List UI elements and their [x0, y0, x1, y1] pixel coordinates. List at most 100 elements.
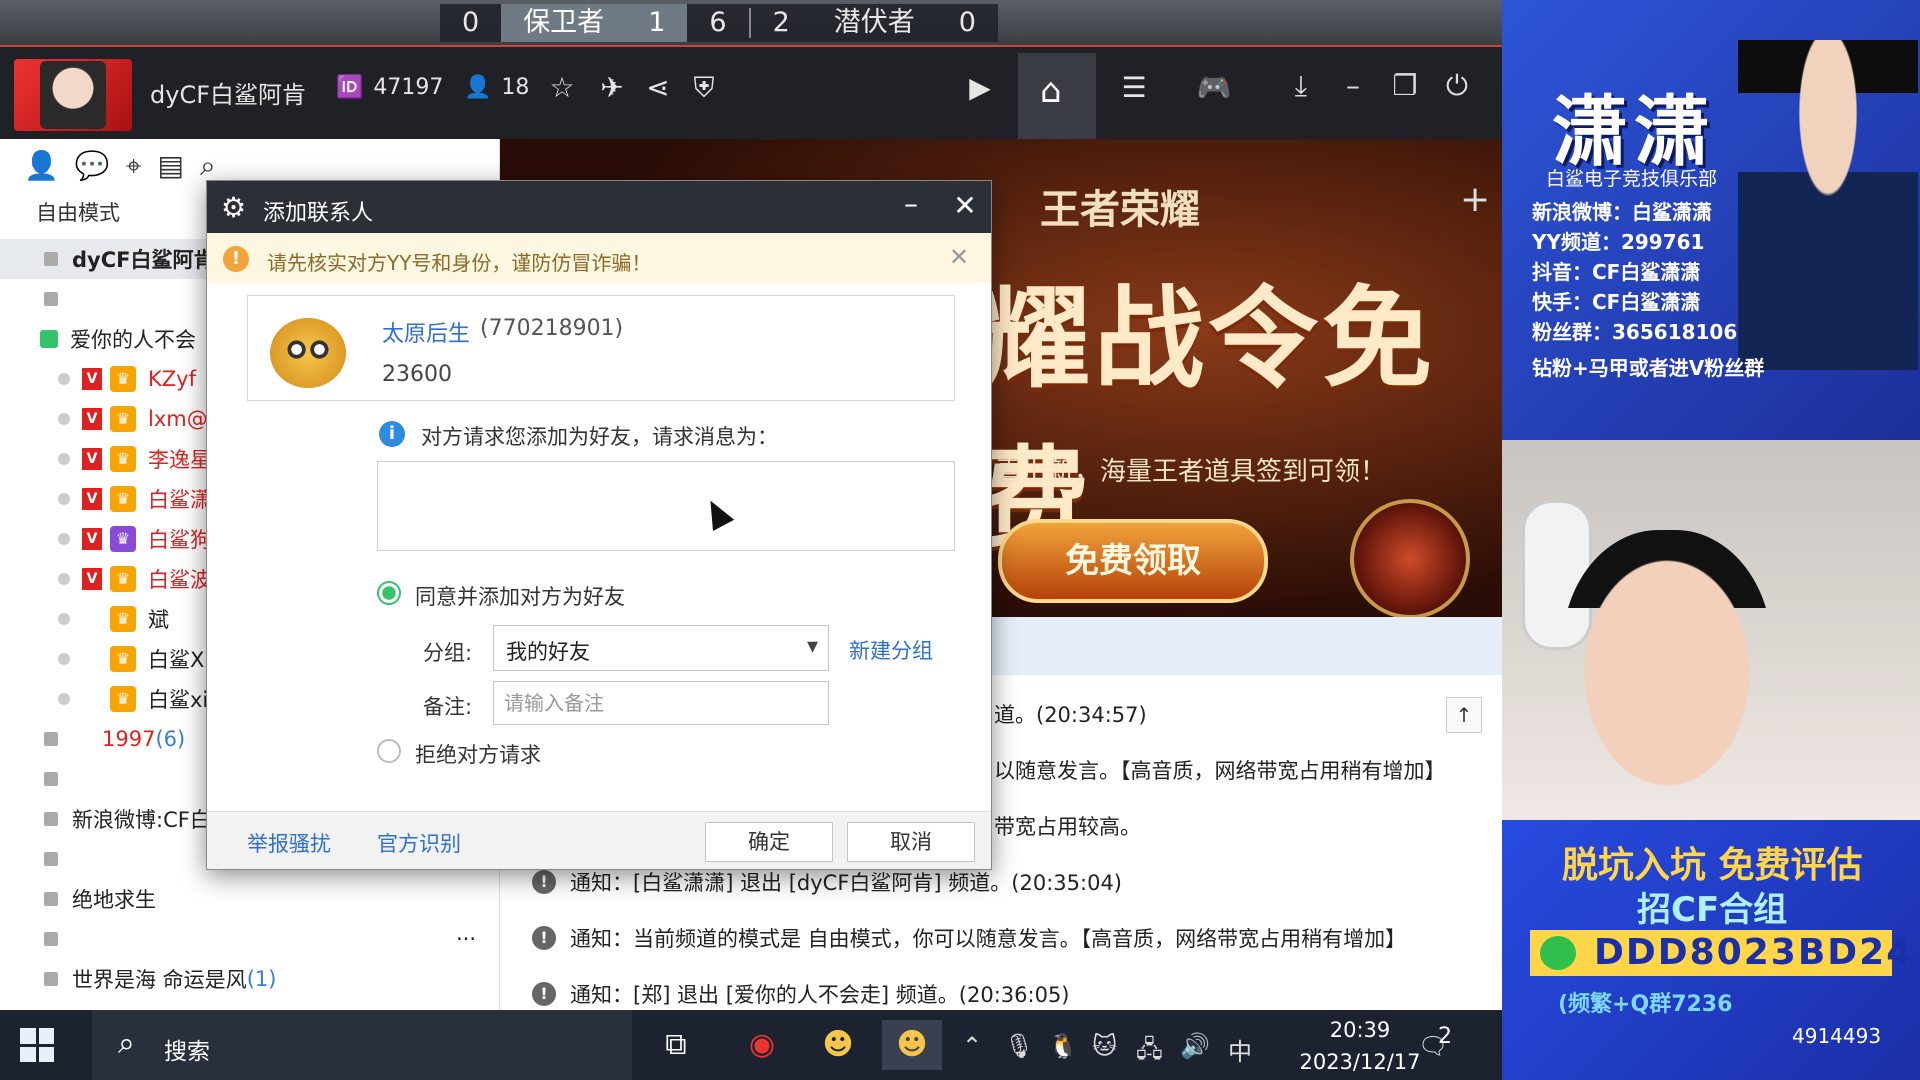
- channel-id-value: 47197: [373, 75, 444, 100]
- restore-button[interactable]: ❐: [1386, 69, 1424, 102]
- minimize-button[interactable]: –: [1334, 69, 1372, 102]
- new-group-link[interactable]: 新建分组: [849, 635, 933, 665]
- streamer-face: [1562, 530, 1772, 790]
- contact-name-link[interactable]: 太原后生: [382, 316, 470, 348]
- team-attackers: 潜伏者: [833, 7, 915, 38]
- tray-expand-icon[interactable]: ⌃: [962, 1032, 982, 1060]
- reject-radio[interactable]: [377, 739, 401, 763]
- mode-label: 自由模式: [36, 201, 120, 225]
- subchannel-item[interactable]: 绝地求生: [0, 879, 500, 919]
- warning-text: 请先核实对方YY号和身份，谨防仿冒诈骗！: [267, 251, 652, 275]
- promo-note: (频繁+Q群7236: [1558, 992, 1733, 1017]
- remark-label: 备注:: [423, 695, 473, 719]
- video-icon[interactable]: ▶: [960, 71, 1000, 104]
- chat-line: ! 通知：当前频道的模式是 自由模式，你可以随意发言。【高音质，网络带宽占用稍有增…: [532, 923, 1406, 953]
- contact-sub-id: 23600: [382, 362, 452, 387]
- taskbar-search[interactable]: ⌕ 搜索: [92, 1010, 632, 1080]
- more-icon[interactable]: ···: [456, 927, 476, 951]
- ime-indicator[interactable]: 中: [1228, 1032, 1252, 1067]
- cat-app-icon[interactable]: 🐱: [1092, 1032, 1117, 1060]
- clock-time[interactable]: 20:39: [1300, 1018, 1420, 1042]
- close-button[interactable]: ✕: [945, 189, 985, 222]
- user-icon: 👤: [464, 75, 492, 100]
- location-icon[interactable]: ⌖: [126, 149, 142, 182]
- minimize-button[interactable]: –: [891, 187, 931, 220]
- promo-panel: 脱坑入坑 免费评估 招CF合组 DDD8023BD24 (频繁+Q群7236 4…: [1502, 820, 1920, 1080]
- chat-line: ! 通知：[白鲨潇潇] 退出 [dyCF白鲨阿肯] 频道。(20:35:04): [532, 867, 1122, 897]
- accept-radio[interactable]: [377, 581, 401, 605]
- banner-logo: 王者荣耀: [1040, 187, 1200, 233]
- qq-icon[interactable]: 🐧: [1048, 1032, 1078, 1060]
- user-name: KZyf: [148, 367, 196, 391]
- avatar[interactable]: [270, 318, 346, 388]
- close-icon[interactable]: ✕: [949, 243, 969, 271]
- microphone-icon[interactable]: 🎙: [1004, 1032, 1034, 1060]
- promo-contact: DDD8023BD24: [1530, 930, 1911, 976]
- lock-icon: [44, 292, 58, 306]
- home-tab[interactable]: ⌂: [1018, 53, 1096, 141]
- lock-icon: [44, 852, 58, 866]
- gift-icon: ♛: [110, 566, 136, 592]
- gamepad-icon[interactable]: 🎮: [1194, 71, 1234, 104]
- dialog-title: 添加联系人: [263, 201, 374, 226]
- gift-icon: ♛: [110, 446, 136, 472]
- home-icon: [44, 252, 58, 266]
- user-name: 白鲨波: [148, 568, 211, 592]
- douyin-info: 抖音：CF白鲨潇潇: [1532, 260, 1701, 284]
- search-icon[interactable]: ⌕: [200, 149, 216, 182]
- user-name: lxm@: [148, 407, 208, 431]
- user-name: 白鲨X: [148, 648, 205, 672]
- user-icon[interactable]: 👤: [24, 149, 59, 182]
- group-select[interactable]: 我的好友 ▾: [493, 625, 829, 671]
- list-icon[interactable]: ☰: [1114, 71, 1154, 104]
- network-icon[interactable]: 🖧: [1136, 1032, 1163, 1073]
- plus-icon[interactable]: +: [1460, 179, 1490, 220]
- power-button[interactable]: ⏻: [1438, 69, 1476, 103]
- info-icon: i: [379, 421, 405, 447]
- notes-icon[interactable]: ▤: [158, 149, 184, 182]
- ok-button[interactable]: 确定: [705, 822, 833, 862]
- collapse-icon[interactable]: ⤓: [1282, 69, 1320, 103]
- crossfire-app-icon[interactable]: ◉: [732, 1020, 792, 1070]
- notice-icon: !: [532, 926, 556, 950]
- online-count[interactable]: 👤 18: [464, 75, 529, 100]
- yy-app-icon[interactable]: ☻: [808, 1020, 868, 1070]
- user-name: 白鲨潇: [148, 488, 211, 512]
- shield-icon[interactable]: ⛨: [684, 71, 724, 105]
- chat-line: 道。(20:34:57): [994, 703, 1147, 727]
- yy-app-icon-active[interactable]: ☻: [882, 1020, 942, 1070]
- chat-line: 以随意发言。【高音质，网络带宽占用稍有增加】: [994, 759, 1446, 783]
- scroll-top-button[interactable]: ↑: [1446, 697, 1482, 733]
- left-kills: 1: [626, 4, 688, 42]
- volume-icon[interactable]: 🔊: [1180, 1032, 1210, 1060]
- wechat-icon: [1540, 936, 1576, 970]
- report-link[interactable]: 举报骚扰: [247, 828, 331, 858]
- promo-headline: 脱坑入坑 免费评估: [1562, 845, 1863, 886]
- chat-text: 通知：[白鲨潇潇] 退出 [dyCF白鲨阿肯] 频道。(20:35:04): [570, 871, 1122, 895]
- subchannel-item[interactable]: 世界是海 命运是风 (1): [0, 959, 500, 999]
- windows-start-button[interactable]: [20, 1028, 54, 1062]
- task-view-icon[interactable]: ⧉: [646, 1020, 706, 1070]
- star-icon[interactable]: ☆: [542, 71, 582, 104]
- subchannel-label: 新浪微博:CF白: [72, 808, 211, 832]
- gift-icon: ♛: [110, 646, 136, 672]
- user-name: 白鲨狗: [148, 528, 211, 552]
- remark-input[interactable]: [493, 681, 829, 725]
- plane-icon[interactable]: ✈: [592, 71, 632, 104]
- chat-icon[interactable]: 💬: [75, 149, 110, 182]
- home-icon: ⌂: [1040, 71, 1062, 111]
- share-icon[interactable]: ⋖: [638, 71, 678, 104]
- channel-logo[interactable]: [14, 59, 132, 131]
- gift-icon: ♛: [110, 366, 136, 392]
- gift-icon: ♛: [110, 686, 136, 712]
- yy-channel-info: YY频道：299761: [1532, 230, 1705, 254]
- official-verify-link[interactable]: 官方识别: [377, 828, 461, 858]
- claim-free-button[interactable]: 免费领取: [998, 519, 1268, 603]
- lock-icon: [44, 812, 58, 826]
- reject-label[interactable]: 拒绝对方请求: [415, 739, 541, 769]
- game-scoreboard-strip: 0 保卫者 1 6 2 潜伏者 0: [0, 0, 1502, 45]
- accept-label[interactable]: 同意并添加对方为好友: [415, 581, 625, 611]
- subchannel-locked[interactable]: ···: [0, 919, 500, 959]
- score-left: 0: [462, 7, 480, 38]
- cancel-button[interactable]: 取消: [847, 822, 975, 862]
